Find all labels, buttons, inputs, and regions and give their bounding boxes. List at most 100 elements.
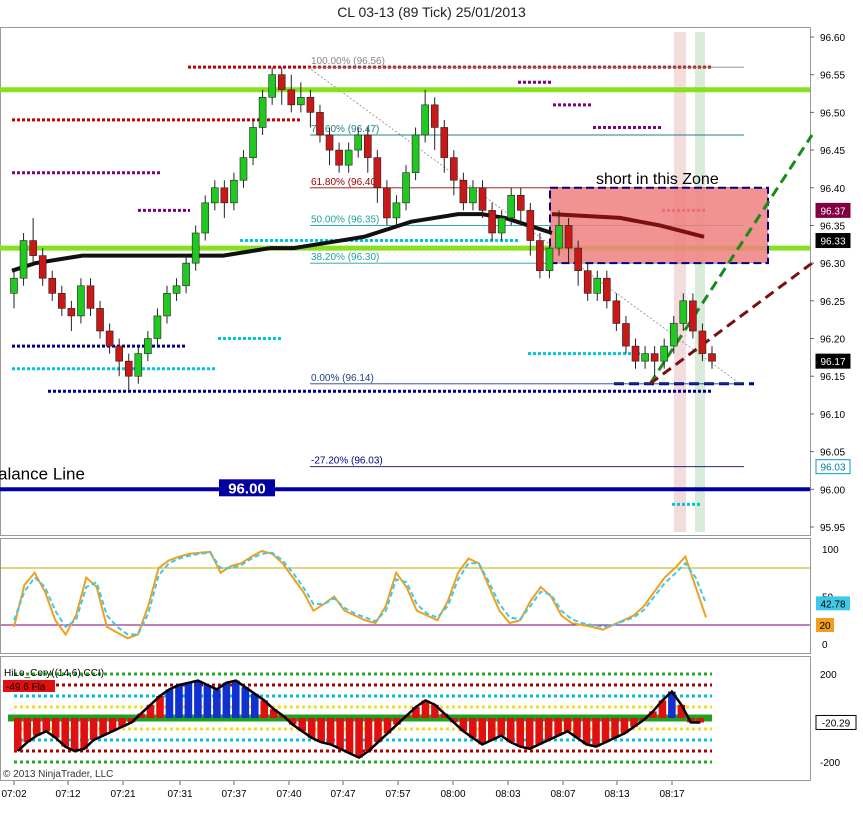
candle-body: [478, 187, 487, 211]
cci-bar: [99, 718, 107, 736]
candle-body: [689, 300, 697, 332]
cci-panel: HiLo_Cory((14,6),CCI) -49 6 Fla: [3, 668, 712, 764]
cci-bar: [326, 718, 335, 745]
candle-body: [383, 187, 391, 219]
cci-bar: [184, 682, 193, 718]
candle-body: [48, 277, 57, 294]
candle-body: [679, 300, 688, 324]
candle-body: [516, 195, 525, 211]
candle-body: [67, 308, 76, 317]
oscillator-panel: [1, 549, 810, 640]
panel-frames: [0, 27, 811, 781]
x-tick-label: 08:03: [495, 789, 520, 800]
copyright-text: © 2013 NinjaTrader, LLC: [3, 769, 113, 780]
cci-bar: [89, 718, 98, 740]
cci-badge-text: -20.29: [822, 718, 851, 729]
price-panel: 100.00% (96.56)78.60% (96.47)61.80% (96.…: [0, 32, 814, 532]
cci-bar: [525, 718, 534, 749]
cci-bar: [535, 718, 543, 745]
cci-bar: [203, 685, 212, 718]
candle-body: [555, 225, 563, 249]
x-tick-label: 07:21: [110, 789, 135, 800]
osc-badge-text: 42.78: [820, 599, 845, 610]
candle-body: [459, 179, 468, 204]
candle-body: [440, 127, 449, 158]
x-tick-label: 07:31: [167, 789, 192, 800]
candle-body: [325, 134, 334, 151]
cci-bar: [487, 718, 496, 740]
cci-bar: [194, 680, 202, 718]
candle-body: [660, 345, 668, 362]
candle-body: [287, 89, 296, 106]
candle-body: [115, 345, 123, 362]
trading-chart: 100.00% (96.56)78.60% (96.47)61.80% (96.…: [0, 27, 857, 800]
y-tick-label: 96.45: [820, 146, 845, 157]
x-tick-label: 07:12: [55, 789, 80, 800]
y-tick-label: 96.40: [820, 184, 845, 195]
candle-body: [469, 187, 477, 204]
candle-body: [153, 315, 162, 339]
x-tick-label: 07:47: [330, 789, 355, 800]
candle-body: [268, 74, 276, 98]
price-badge-text: 96.37: [820, 206, 845, 217]
cci-bar: [232, 680, 240, 718]
cci-bar: [601, 718, 610, 743]
y-tick-label: 96.05: [820, 448, 845, 459]
candle-body: [536, 240, 544, 271]
y-tick-label: 96.15: [820, 372, 845, 383]
candle-body: [354, 134, 363, 151]
x-tick-label: 08:00: [440, 789, 465, 800]
y-tick-label: 96.50: [820, 108, 845, 119]
y-tick-label: 96.55: [820, 71, 845, 82]
candle-body: [583, 270, 592, 294]
candle-body: [191, 232, 200, 264]
cci-bar: [497, 718, 506, 736]
candle-body: [10, 277, 18, 294]
candle-body: [38, 255, 47, 279]
highlight-column-red: [674, 32, 686, 532]
cci-bar: [14, 718, 22, 751]
cci-tick-label: 200: [820, 670, 837, 681]
candle-body: [708, 353, 716, 362]
y-tick-label: 96.35: [820, 221, 845, 232]
candle-body: [19, 240, 28, 279]
fib-level-label: 38.20% (96.30): [311, 252, 379, 263]
moving-average-line: [11, 212, 553, 273]
candle-body: [182, 262, 190, 287]
cci-bar: [222, 682, 231, 718]
candle-body: [564, 225, 573, 249]
cci-bar: [213, 689, 221, 718]
fib-level-label: 61.80% (96.40): [311, 177, 379, 188]
cci-tick-label: -200: [820, 758, 840, 769]
y-tick-label: 95.95: [820, 523, 845, 534]
candle-body: [603, 277, 611, 302]
candle-body: [430, 104, 439, 128]
cci-bar: [345, 718, 354, 754]
fib-level-label: 50.00% (96.35): [311, 214, 379, 225]
cci-bar: [506, 718, 515, 743]
candle-body: [526, 210, 535, 241]
cci-bar: [32, 718, 41, 736]
cci-bar: [478, 718, 487, 745]
candle-body: [58, 293, 66, 309]
candle-body: [297, 97, 305, 106]
cci-bar: [336, 718, 344, 749]
osc-series-line: [13, 551, 707, 636]
candle-body: [134, 353, 143, 377]
candle-body: [545, 247, 554, 271]
cci-bar: [317, 718, 325, 743]
candle-body: [641, 353, 649, 362]
candle-body: [650, 353, 659, 362]
x-tick-label: 07:02: [1, 789, 26, 800]
cci-flag-text: -49 6 Fla: [6, 682, 46, 693]
y-tick-label: 96.20: [820, 335, 845, 346]
candle-body: [210, 187, 219, 204]
cci-bar: [80, 718, 88, 749]
x-tick-label: 07:40: [276, 789, 301, 800]
x-tick-label: 07:57: [385, 789, 410, 800]
candle-body: [77, 285, 85, 317]
cci-bar: [42, 718, 51, 732]
candle-body: [306, 97, 315, 113]
candle-body: [105, 330, 114, 347]
candle-body: [144, 338, 152, 354]
